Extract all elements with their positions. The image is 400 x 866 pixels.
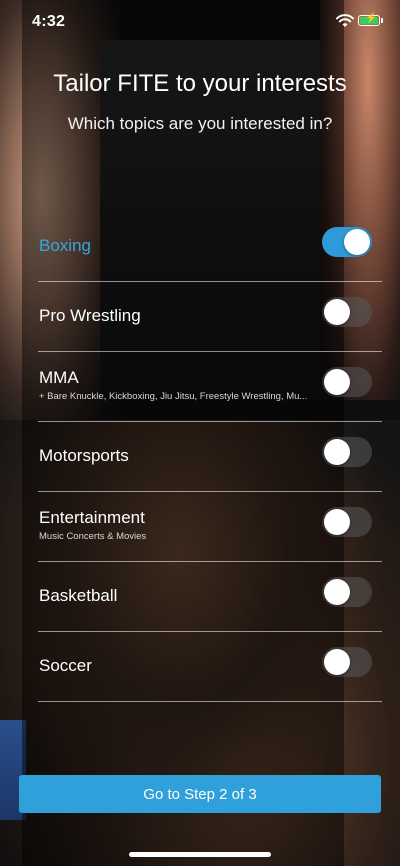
topic-name: MMA — [39, 368, 79, 387]
home-indicator[interactable] — [129, 852, 271, 857]
toggle-switch[interactable] — [322, 297, 372, 327]
status-bar: 4:32 ⚡ — [0, 0, 400, 44]
topic-row-entertainment[interactable]: Entertainment Music Concerts & Movies — [38, 492, 382, 562]
topic-name: Boxing — [39, 236, 91, 255]
page-subtitle: Which topics are you interested in? — [67, 114, 333, 133]
battery-cap — [381, 18, 383, 23]
toggle-switch[interactable] — [322, 367, 372, 397]
toggle-knob — [324, 509, 350, 535]
topic-name: Pro Wrestling — [39, 306, 141, 325]
topic-row-soccer[interactable]: Soccer — [38, 632, 382, 702]
toggle-knob — [344, 229, 370, 255]
topic-name: Soccer — [39, 656, 92, 675]
charging-icon: ⚡ — [365, 13, 378, 24]
topic-name: Entertainment — [39, 508, 145, 527]
next-step-button[interactable]: Go to Step 2 of 3 — [19, 775, 381, 813]
toggle-switch[interactable] — [322, 647, 372, 677]
toggle-switch[interactable] — [322, 437, 372, 467]
topic-name: Basketball — [39, 586, 118, 605]
status-time: 4:32 — [32, 13, 66, 30]
topic-subtitle: Music Concerts & Movies — [39, 531, 147, 542]
topic-row-pro-wrestling[interactable]: Pro Wrestling — [38, 282, 382, 352]
page-title: Tailor FITE to your interests — [53, 70, 347, 97]
toggle-knob — [324, 299, 350, 325]
toggle-switch[interactable] — [322, 577, 372, 607]
toggle-knob — [324, 439, 350, 465]
toggle-switch[interactable] — [322, 227, 372, 257]
topic-row-basketball[interactable]: Basketball — [38, 562, 382, 632]
topic-list: Boxing Pro Wrestling MMA + Bare Knuckle,… — [38, 212, 382, 702]
topic-row-boxing[interactable]: Boxing — [38, 212, 382, 282]
topic-row-motorsports[interactable]: Motorsports — [38, 422, 382, 492]
toggle-switch[interactable] — [322, 507, 372, 537]
wifi-icon — [336, 14, 354, 27]
toggle-knob — [324, 649, 350, 675]
topic-name: Motorsports — [39, 446, 129, 465]
toggle-knob — [324, 369, 350, 395]
toggle-knob — [324, 579, 350, 605]
topic-row-mma[interactable]: MMA + Bare Knuckle, Kickboxing, Jiu Jits… — [38, 352, 382, 422]
topic-subtitle: + Bare Knuckle, Kickboxing, Jiu Jitsu, F… — [39, 391, 308, 402]
